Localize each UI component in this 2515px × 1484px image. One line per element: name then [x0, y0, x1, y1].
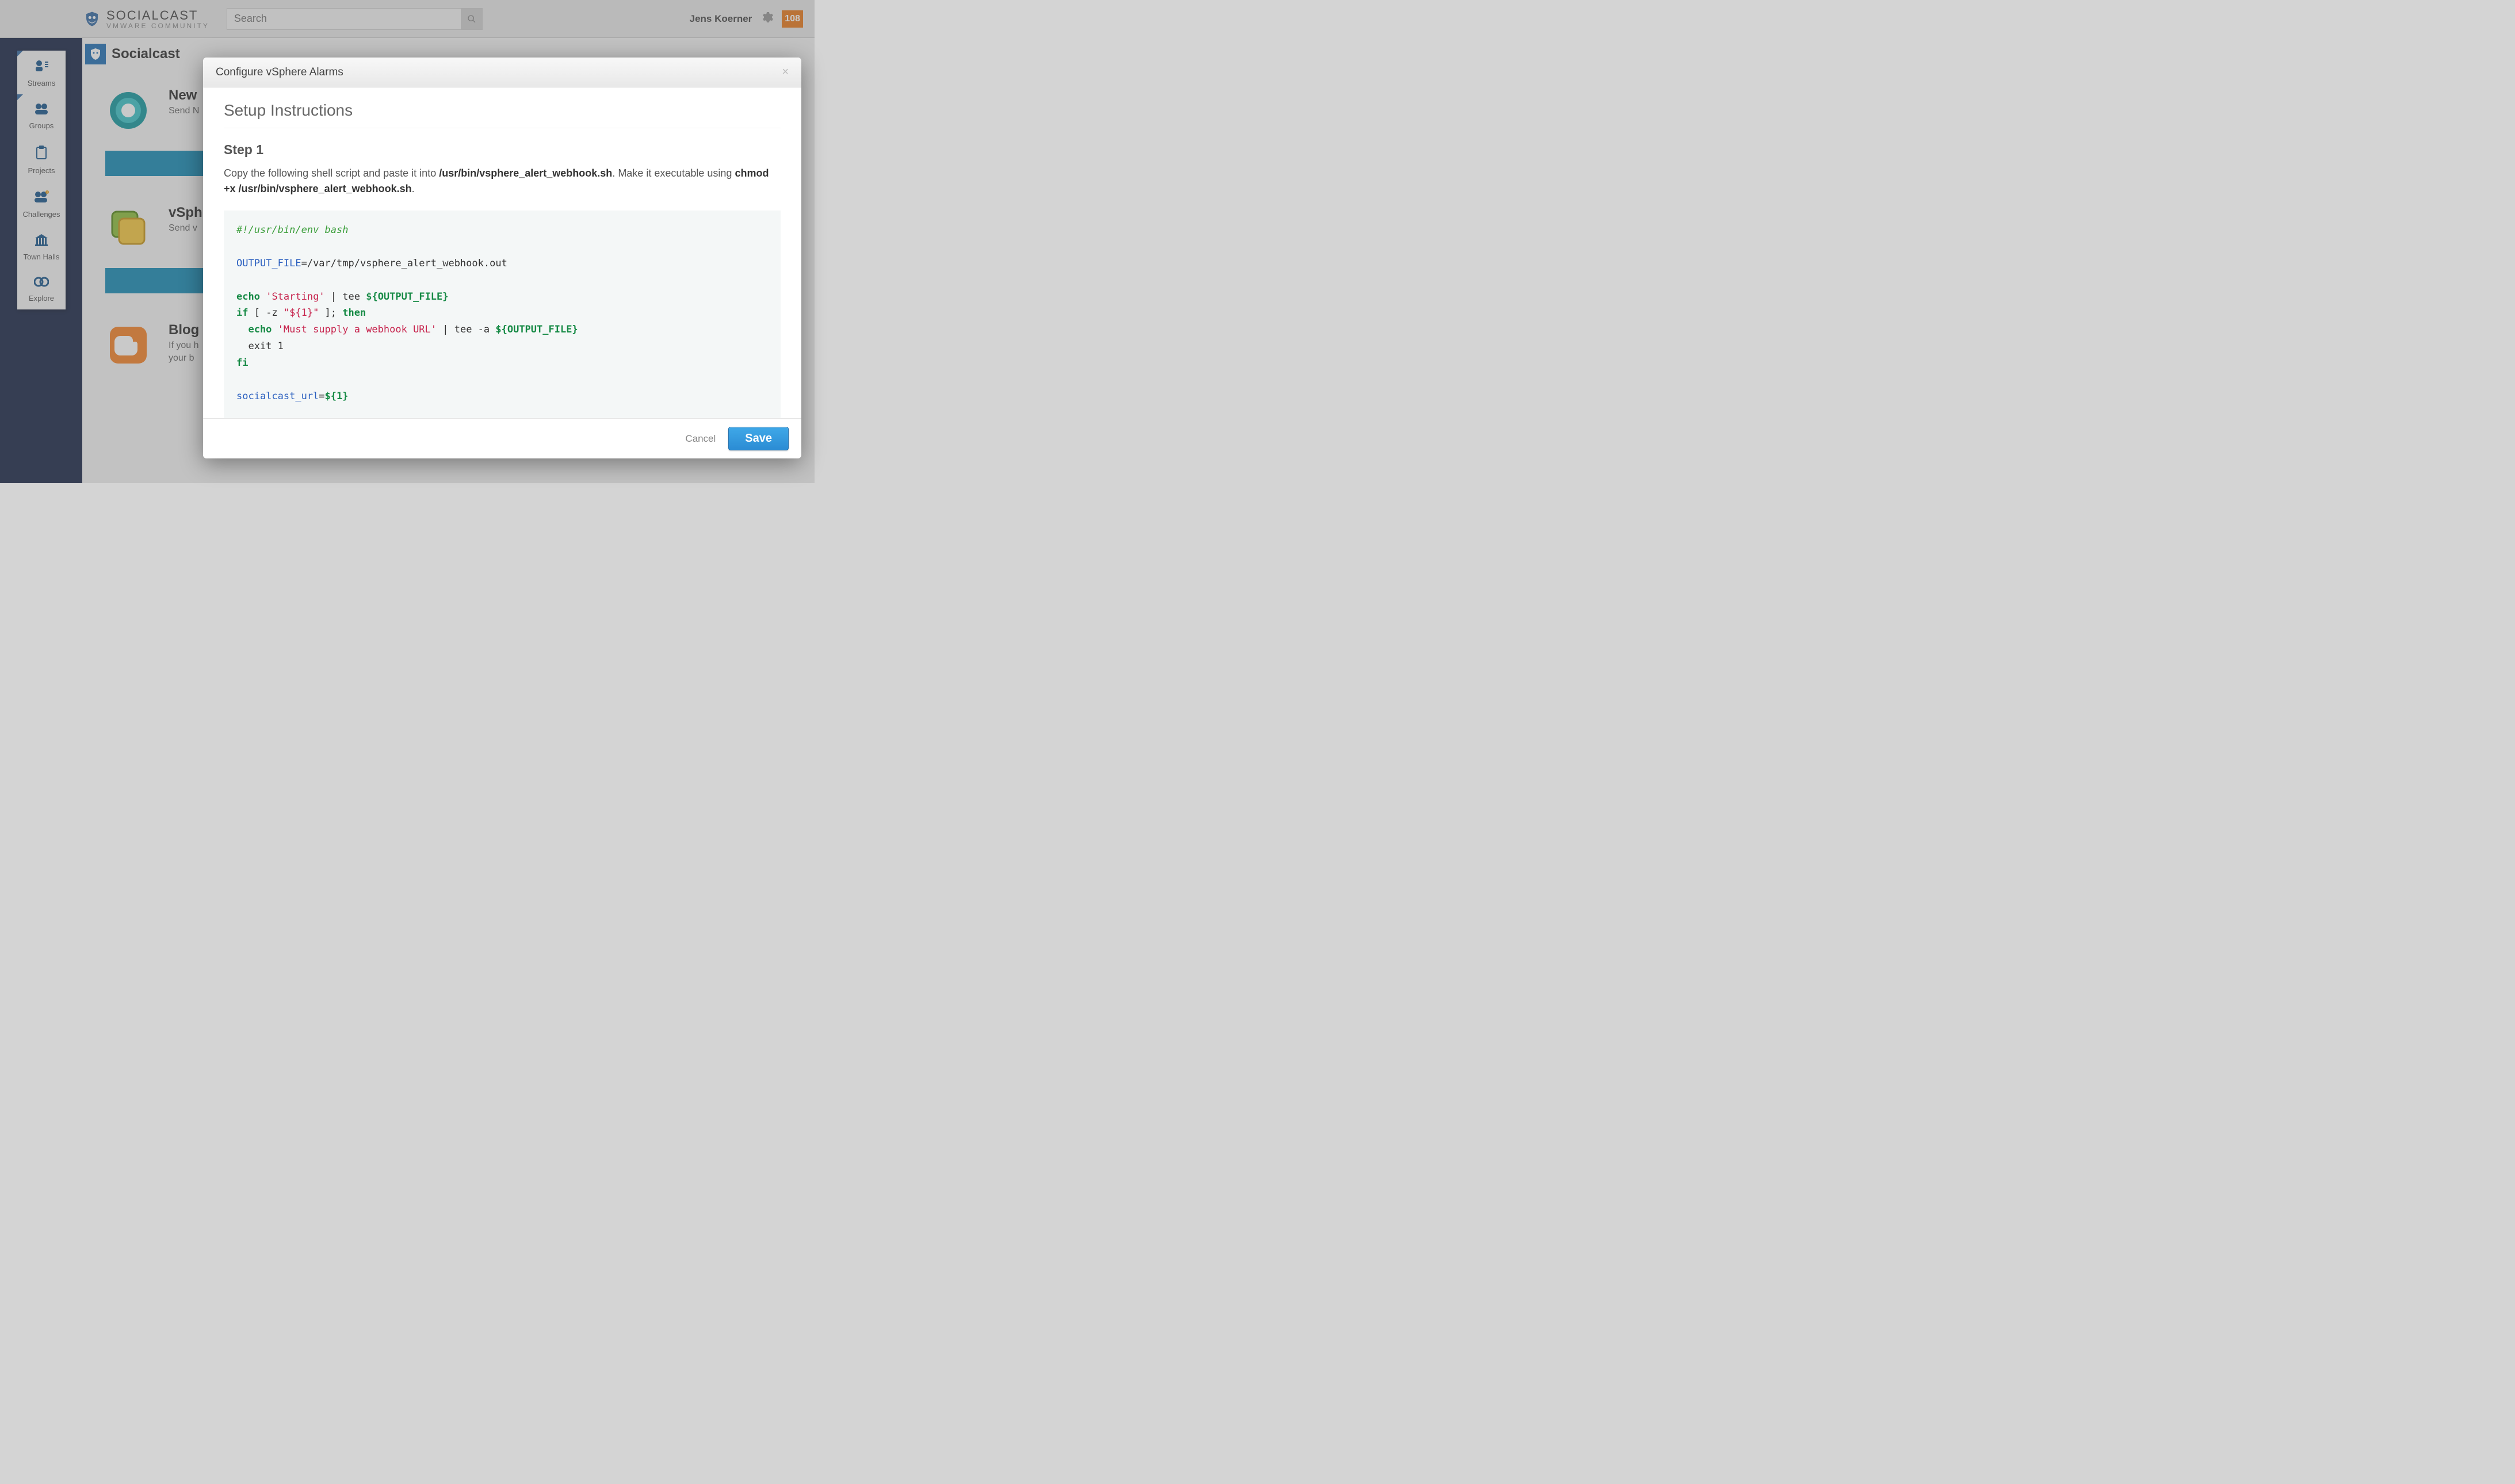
- modal-header: Configure vSphere Alarms ×: [203, 58, 801, 87]
- notification-badge[interactable]: 108: [782, 10, 803, 28]
- nav-label: Projects: [28, 166, 55, 175]
- code-token: ${OUTPUT_FILE}: [495, 324, 578, 335]
- groups-icon: [33, 102, 49, 118]
- brand-logo[interactable]: SOCIALCAST VMWARE COMMUNITY: [83, 8, 209, 30]
- search-button[interactable]: [461, 8, 483, 30]
- user-name[interactable]: Jens Koerner: [690, 13, 752, 25]
- code-token: ${1}: [325, 391, 349, 402]
- code-token: [272, 324, 277, 335]
- code-token: =/var/tmp/vsphere_alert_webhook.out: [301, 258, 507, 269]
- code-token: echo: [236, 324, 272, 335]
- code-token: ];: [319, 307, 342, 319]
- brand-subtitle: VMWARE COMMUNITY: [106, 22, 209, 30]
- app-title: Socialcast: [112, 46, 180, 62]
- code-block[interactable]: #!/usr/bin/env bash OUTPUT_FILE=/var/tmp…: [224, 211, 781, 418]
- desc-text: .: [412, 183, 415, 194]
- challenges-icon: ?: [33, 190, 50, 206]
- code-token: "${1}": [284, 307, 319, 319]
- vsphere-icon: [105, 205, 151, 251]
- modal-close-button[interactable]: ×: [782, 66, 789, 79]
- search-icon: [467, 14, 476, 24]
- brand-name: SOCIALCAST: [106, 8, 209, 23]
- code-token: fi: [236, 357, 248, 369]
- left-nav: Streams Groups Projects ? Challenges Tow…: [17, 51, 66, 309]
- cancel-button[interactable]: Cancel: [685, 433, 716, 445]
- code-token: echo: [236, 291, 260, 303]
- settings-button[interactable]: [760, 10, 774, 27]
- townhalls-icon: [34, 234, 49, 249]
- code-token: ${OUTPUT_FILE}: [366, 291, 448, 303]
- shield-icon: [83, 10, 101, 28]
- card-subtitle: If you h: [169, 341, 199, 351]
- save-button[interactable]: Save: [728, 427, 789, 450]
- step-title: Step 1: [224, 142, 781, 158]
- code-token: then: [342, 307, 366, 319]
- search-box: [227, 8, 483, 30]
- code-token: if: [236, 307, 248, 319]
- nav-label: Groups: [29, 121, 54, 130]
- desc-text: . Make it executable using: [612, 167, 735, 179]
- nav-item-challenges[interactable]: ? Challenges: [17, 182, 66, 225]
- nav-label: Challenges: [22, 210, 60, 219]
- blogger-icon: [105, 322, 151, 368]
- ring-icon: [105, 87, 151, 133]
- nav-label: Explore: [29, 294, 54, 303]
- card-subtitle: Send N: [169, 106, 199, 116]
- search-input[interactable]: [227, 8, 461, 30]
- nav-item-townhalls[interactable]: Town Halls: [17, 225, 66, 268]
- modal-title: Configure vSphere Alarms: [216, 66, 343, 79]
- modal-footer: Cancel Save: [203, 418, 801, 458]
- projects-icon: [35, 145, 48, 163]
- svg-text:?: ?: [47, 192, 48, 195]
- step-description: Copy the following shell script and past…: [224, 166, 781, 197]
- header-right: Jens Koerner 108: [690, 10, 803, 28]
- code-token: | tee -a: [437, 324, 495, 335]
- code-line: exit 1: [236, 341, 284, 352]
- streams-icon: [33, 59, 49, 75]
- section-title: Setup Instructions: [224, 101, 781, 128]
- nav-item-explore[interactable]: Explore: [17, 268, 66, 309]
- nav-item-streams[interactable]: Streams: [17, 51, 66, 94]
- code-token: OUTPUT_FILE: [236, 258, 301, 269]
- card-title: vSph: [169, 205, 202, 221]
- explore-icon: [34, 276, 49, 290]
- code-token: | tee: [325, 291, 366, 303]
- code-token: 'Must supply a webhook URL': [278, 324, 437, 335]
- card-title: New: [169, 87, 199, 104]
- nav-item-groups[interactable]: Groups: [17, 94, 66, 137]
- desc-path: /usr/bin/vsphere_alert_webhook.sh: [439, 167, 612, 179]
- modal-body: Setup Instructions Step 1 Copy the follo…: [203, 87, 801, 418]
- top-header: SOCIALCAST VMWARE COMMUNITY Jens Koerner…: [0, 0, 815, 38]
- code-token: socialcast_url: [236, 391, 319, 402]
- code-line: #!/usr/bin/env bash: [236, 224, 348, 236]
- card-subtitle: Send v: [169, 223, 202, 234]
- nav-item-projects[interactable]: Projects: [17, 137, 66, 182]
- nav-label: Streams: [28, 79, 55, 87]
- code-token: =: [319, 391, 324, 402]
- modal-configure-alarms: Configure vSphere Alarms × Setup Instruc…: [203, 58, 801, 458]
- code-token: 'Starting': [266, 291, 324, 303]
- card-title: Blog: [169, 322, 199, 338]
- desc-text: Copy the following shell script and past…: [224, 167, 439, 179]
- nav-label: Town Halls: [24, 253, 60, 261]
- gear-icon: [760, 10, 774, 24]
- code-token: [ -z: [248, 307, 283, 319]
- app-title-icon: [85, 44, 106, 64]
- close-icon: ×: [782, 66, 789, 78]
- card-subtitle2: your b: [169, 353, 199, 364]
